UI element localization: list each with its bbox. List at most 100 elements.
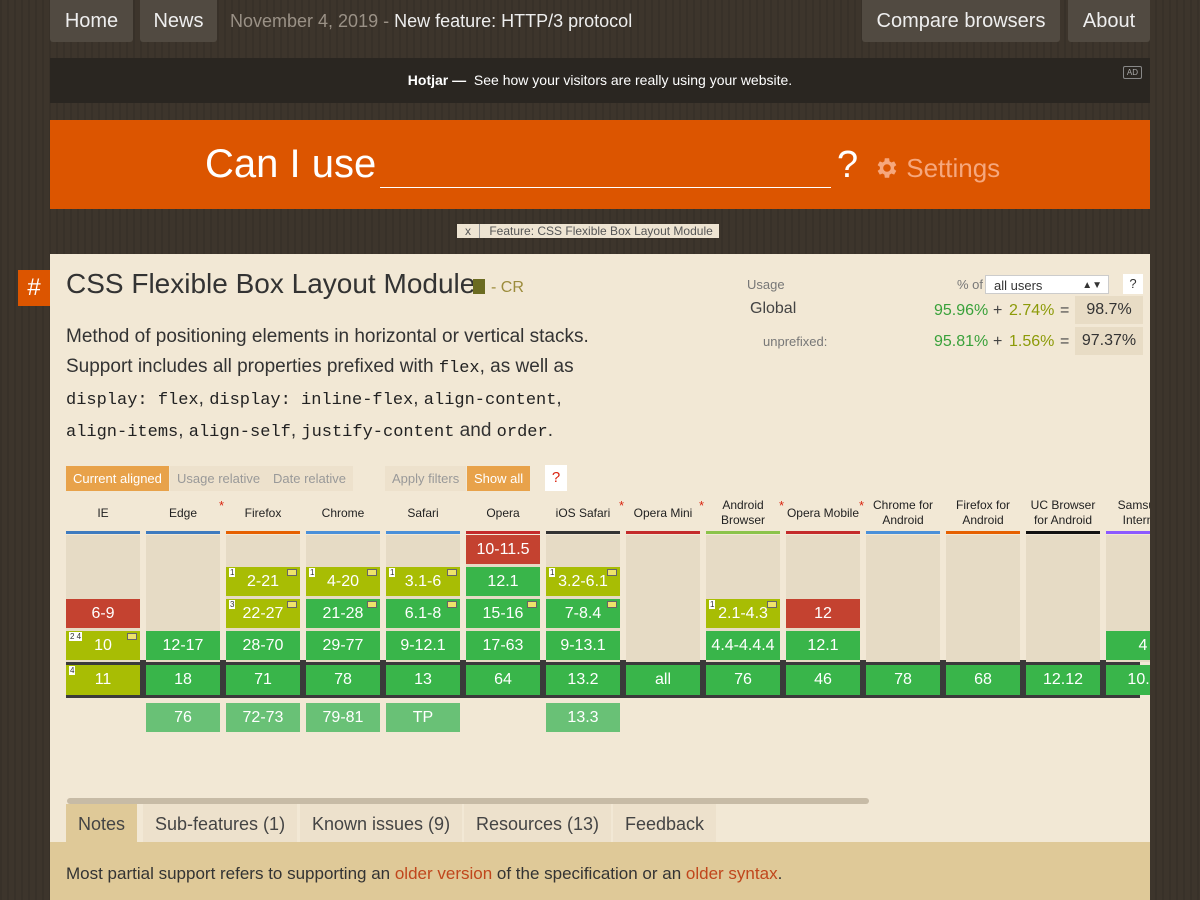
spec-document-icon[interactable] xyxy=(473,279,485,294)
spec-status[interactable]: - CR xyxy=(491,279,524,297)
version-cell[interactable]: 21-28 xyxy=(306,599,380,628)
version-cell[interactable]: 12-17 xyxy=(146,631,220,660)
version-cell[interactable]: 6.1-8 xyxy=(386,599,460,628)
browser-name[interactable]: Safari xyxy=(386,498,460,528)
version-label: 10-11.5 xyxy=(476,541,530,558)
search-input[interactable] xyxy=(380,145,831,188)
version-cell[interactable]: 9-12.1 xyxy=(386,631,460,660)
feature-description: Method of positioning elements in horizo… xyxy=(66,326,589,442)
browser-name[interactable]: iOS Safari * xyxy=(546,498,624,528)
tab-known-issues[interactable]: Known issues (9) xyxy=(300,804,463,842)
prefix-icon xyxy=(767,601,777,608)
version-cell[interactable]: 13.2 xyxy=(546,665,620,695)
browser-name[interactable]: Opera Mini * xyxy=(626,498,704,528)
show-all-button[interactable]: Show all xyxy=(467,466,531,491)
version-cell[interactable]: 29-77 xyxy=(306,631,380,660)
version-cell[interactable]: 18 xyxy=(146,665,220,695)
version-cell[interactable]: 7-8.4 xyxy=(546,599,620,628)
version-cell[interactable]: 22-27 3 xyxy=(226,599,300,628)
version-cell[interactable]: 12 xyxy=(786,599,860,628)
desc-code-flex: flex xyxy=(438,359,480,378)
browser-name[interactable]: Firefox xyxy=(226,498,300,528)
version-cell[interactable]: 2-21 1 xyxy=(226,567,300,596)
usage-user-select[interactable]: all users ▲▼ xyxy=(985,275,1109,294)
version-cell[interactable]: 12.1 xyxy=(466,567,540,596)
version-cell[interactable]: 68 xyxy=(946,665,1020,695)
version-cell[interactable]: 12.1 xyxy=(786,631,860,660)
version-cell[interactable]: 76 xyxy=(146,703,220,732)
filter-label: Feature: CSS Flexible Box Layout Module xyxy=(489,224,713,238)
browser-color-bar xyxy=(626,531,700,534)
browser-name[interactable]: Chrome xyxy=(306,498,380,528)
version-cell[interactable]: 64 xyxy=(466,665,540,695)
column-background xyxy=(866,535,940,662)
version-cell[interactable]: TP xyxy=(386,703,460,732)
version-label: 11 xyxy=(94,671,112,688)
browser-name[interactable]: IE xyxy=(66,498,140,528)
browser-name[interactable]: Samsung Internet xyxy=(1106,498,1150,528)
version-cell[interactable]: 2.1-4.3 1 xyxy=(706,599,780,628)
tab-sub-features[interactable]: Sub-features (1) xyxy=(143,804,298,842)
usage-unprefixed-total: 97.37% xyxy=(1075,327,1143,355)
view-date-relative[interactable]: Date relative xyxy=(266,466,353,491)
browser-name[interactable]: Firefox for Android xyxy=(946,498,1020,528)
version-cell[interactable]: 72-73 xyxy=(226,703,300,732)
usage-help-button[interactable]: ? xyxy=(1123,274,1143,294)
older-version-link[interactable]: older version xyxy=(395,864,492,883)
version-cell[interactable]: 3.1-6 1 xyxy=(386,567,460,596)
version-cell[interactable]: 6-9 xyxy=(66,599,140,628)
desc-code-4: align-items xyxy=(66,423,179,442)
version-cell[interactable]: 10 2 4 xyxy=(66,631,140,660)
search-help-button[interactable]: ? xyxy=(837,144,858,187)
version-label: 9-12.1 xyxy=(400,637,446,654)
version-cell[interactable]: 11 4 xyxy=(66,665,140,695)
view-usage-relative[interactable]: Usage relative xyxy=(170,466,268,491)
version-cell[interactable]: 15-16 xyxy=(466,599,540,628)
ad-banner[interactable]: Hotjar — See how your visitors are reall… xyxy=(50,58,1150,103)
feature-anchor-link[interactable]: # xyxy=(18,270,50,306)
version-cell[interactable]: 12.12 xyxy=(1026,665,1100,695)
nav-about[interactable]: About xyxy=(1068,0,1150,42)
version-cell[interactable]: 10-11.5 xyxy=(466,535,540,564)
version-label: 22-27 xyxy=(242,605,284,622)
version-cell[interactable]: 17-63 xyxy=(466,631,540,660)
tab-resources[interactable]: Resources (13) xyxy=(464,804,612,842)
version-cell[interactable]: 13 xyxy=(386,665,460,695)
version-cell[interactable]: 71 xyxy=(226,665,300,695)
view-current-aligned[interactable]: Current aligned xyxy=(66,466,169,491)
view-help-button[interactable]: ? xyxy=(545,465,567,491)
browser-name[interactable]: Opera xyxy=(466,498,540,528)
version-cell[interactable]: 4.4-4.4.4 xyxy=(706,631,780,660)
browser-name[interactable]: Chrome for Android xyxy=(866,498,940,528)
browser-name[interactable]: Opera Mobile * xyxy=(786,498,864,528)
filter-close-button[interactable]: x xyxy=(457,224,480,238)
news-headline-link[interactable]: New feature: HTTP/3 protocol xyxy=(394,11,632,31)
ad-badge: AD xyxy=(1122,66,1142,79)
browser-name[interactable]: Edge * xyxy=(146,498,224,528)
tab-notes[interactable]: Notes xyxy=(66,804,138,842)
version-cell[interactable]: 9-13.1 xyxy=(546,631,620,660)
browser-name[interactable]: UC Browser for Android xyxy=(1026,498,1100,528)
version-cell[interactable]: 46 xyxy=(786,665,860,695)
version-cell[interactable]: 4-20 1 xyxy=(306,567,380,596)
version-cell[interactable]: 13.3 xyxy=(546,703,620,732)
version-cell[interactable]: 4 xyxy=(1106,631,1150,660)
nav-compare-browsers[interactable]: Compare browsers xyxy=(862,0,1060,42)
nav-home[interactable]: Home xyxy=(50,0,133,42)
version-cell[interactable]: 79-81 xyxy=(306,703,380,732)
older-syntax-link[interactable]: older syntax xyxy=(686,864,778,883)
ad-brand: Hotjar — xyxy=(407,72,467,88)
version-cell[interactable]: all xyxy=(626,665,700,695)
tab-feedback[interactable]: Feedback xyxy=(613,804,717,842)
desc-and: and xyxy=(454,420,497,441)
browser-name[interactable]: Android Browser * xyxy=(706,498,784,528)
version-cell[interactable]: 28-70 xyxy=(226,631,300,660)
nav-news[interactable]: News xyxy=(140,0,217,42)
version-cell[interactable]: 10.1 xyxy=(1106,665,1150,695)
apply-filters-button[interactable]: Apply filters xyxy=(385,466,467,491)
version-cell[interactable]: 78 xyxy=(866,665,940,695)
version-cell[interactable]: 78 xyxy=(306,665,380,695)
settings-button[interactable]: Settings xyxy=(873,153,1000,184)
version-cell[interactable]: 76 xyxy=(706,665,780,695)
version-cell[interactable]: 3.2-6.1 1 xyxy=(546,567,620,596)
